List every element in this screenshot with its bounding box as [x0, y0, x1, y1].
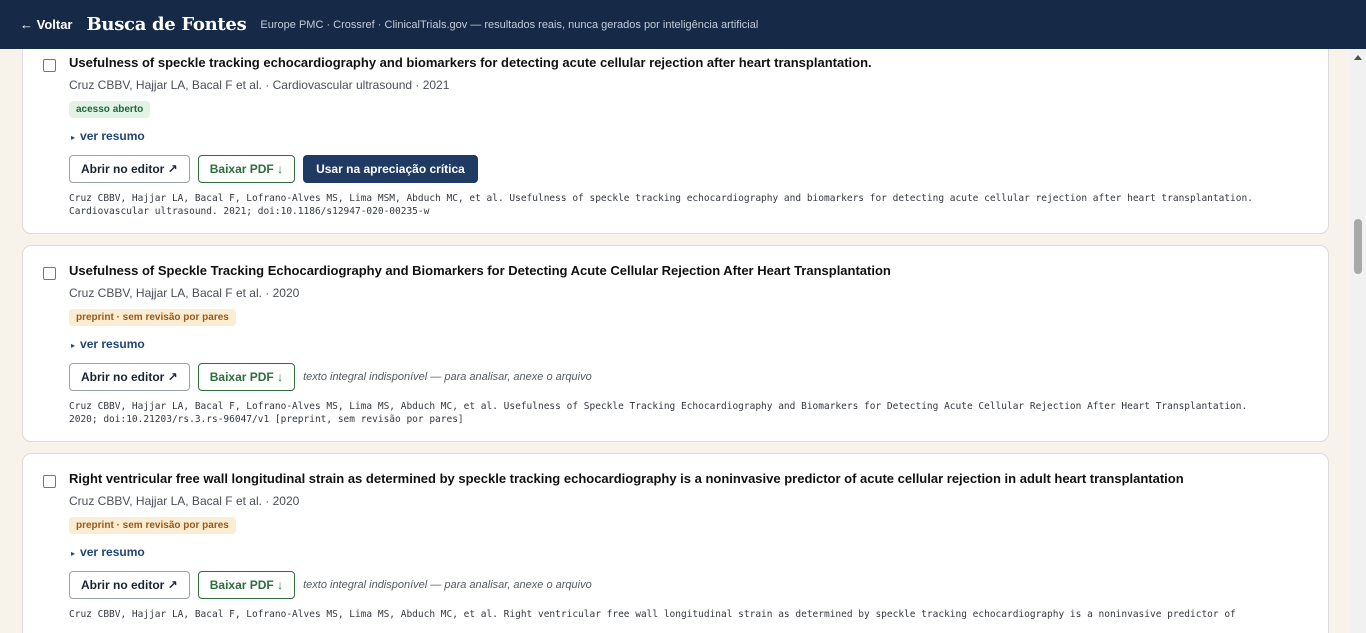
open-access-badge: acesso aberto [69, 101, 151, 118]
result-actions: Abrir no editor ↗ Baixar PDF ↓ texto int… [69, 571, 592, 599]
result-title: Usefulness of speckle tracking echocardi… [69, 55, 872, 70]
triangle-right-icon: ▸ [71, 133, 76, 142]
citation-text: Cruz CBBV, Hajjar LA, Bacal F, Lofrano-A… [69, 401, 1248, 425]
result-title: Usefulness of Speckle Tracking Echocardi… [69, 263, 891, 278]
download-pdf-button[interactable]: Baixar PDF ↓ [197, 155, 296, 183]
result-meta: Cruz CBBV, Hajjar LA, Bacal F et al. · 2… [69, 286, 300, 300]
result-meta: Cruz CBBV, Hajjar LA, Bacal F et al. · C… [69, 78, 450, 92]
open-in-editor-button[interactable]: Abrir no editor ↗ [69, 155, 190, 183]
results-list: Usefulness of speckle tracking echocardi… [22, 49, 1329, 633]
use-in-critical-appraisal-button[interactable]: Usar na apreciação crítica [303, 155, 478, 183]
show-abstract-toggle[interactable]: ▸ ver resumo [71, 337, 145, 351]
open-in-editor-button[interactable]: Abrir no editor ↗ [69, 363, 190, 391]
show-abstract-toggle[interactable]: ▸ ver resumo [71, 129, 145, 143]
triangle-right-icon: ▸ [71, 549, 76, 558]
show-abstract-label: ver resumo [80, 545, 145, 559]
citation-text: Cruz CBBV, Hajjar LA, Bacal F, Lofrano-A… [69, 193, 1253, 217]
scrollbar-thumb[interactable] [1354, 219, 1362, 274]
result-card: Usefulness of speckle tracking echocardi… [22, 49, 1329, 234]
triangle-right-icon: ▸ [71, 341, 76, 350]
select-checkbox[interactable] [43, 267, 56, 280]
result-card: Right ventricular free wall longitudinal… [22, 453, 1329, 633]
scroll-up-arrow-icon[interactable] [1350, 49, 1366, 65]
select-checkbox[interactable] [43, 59, 56, 72]
preprint-badge: preprint · sem revisão por pares [69, 309, 236, 326]
result-meta: Cruz CBBV, Hajjar LA, Bacal F et al. · 2… [69, 494, 300, 508]
select-checkbox[interactable] [43, 475, 56, 488]
show-abstract-toggle[interactable]: ▸ ver resumo [71, 545, 145, 559]
download-pdf-button[interactable]: Baixar PDF ↓ [197, 571, 296, 599]
back-button[interactable]: ← Voltar [20, 17, 73, 32]
sources-subtitle: Europe PMC · Crossref · ClinicalTrials.g… [260, 18, 759, 31]
show-abstract-label: ver resumo [80, 337, 145, 351]
vertical-scrollbar[interactable] [1350, 49, 1366, 633]
top-bar: ← Voltar Busca de Fontes Europe PMC · Cr… [0, 0, 1366, 49]
citation-text: Cruz CBBV, Hajjar LA, Bacal F, Lofrano-A… [69, 609, 1236, 620]
result-title: Right ventricular free wall longitudinal… [69, 471, 1184, 486]
download-pdf-button[interactable]: Baixar PDF ↓ [197, 363, 296, 391]
full-text-unavailable-note: texto integral indisponível — para anali… [303, 371, 592, 383]
page-title: Busca de Fontes [86, 14, 247, 35]
preprint-badge: preprint · sem revisão por pares [69, 517, 236, 534]
results-area: Usefulness of speckle tracking echocardi… [0, 49, 1350, 633]
show-abstract-label: ver resumo [80, 129, 145, 143]
result-card: Usefulness of Speckle Tracking Echocardi… [22, 245, 1329, 442]
result-actions: Abrir no editor ↗ Baixar PDF ↓ Usar na a… [69, 155, 486, 183]
open-in-editor-button[interactable]: Abrir no editor ↗ [69, 571, 190, 599]
full-text-unavailable-note: texto integral indisponível — para anali… [303, 579, 592, 591]
result-actions: Abrir no editor ↗ Baixar PDF ↓ texto int… [69, 363, 592, 391]
